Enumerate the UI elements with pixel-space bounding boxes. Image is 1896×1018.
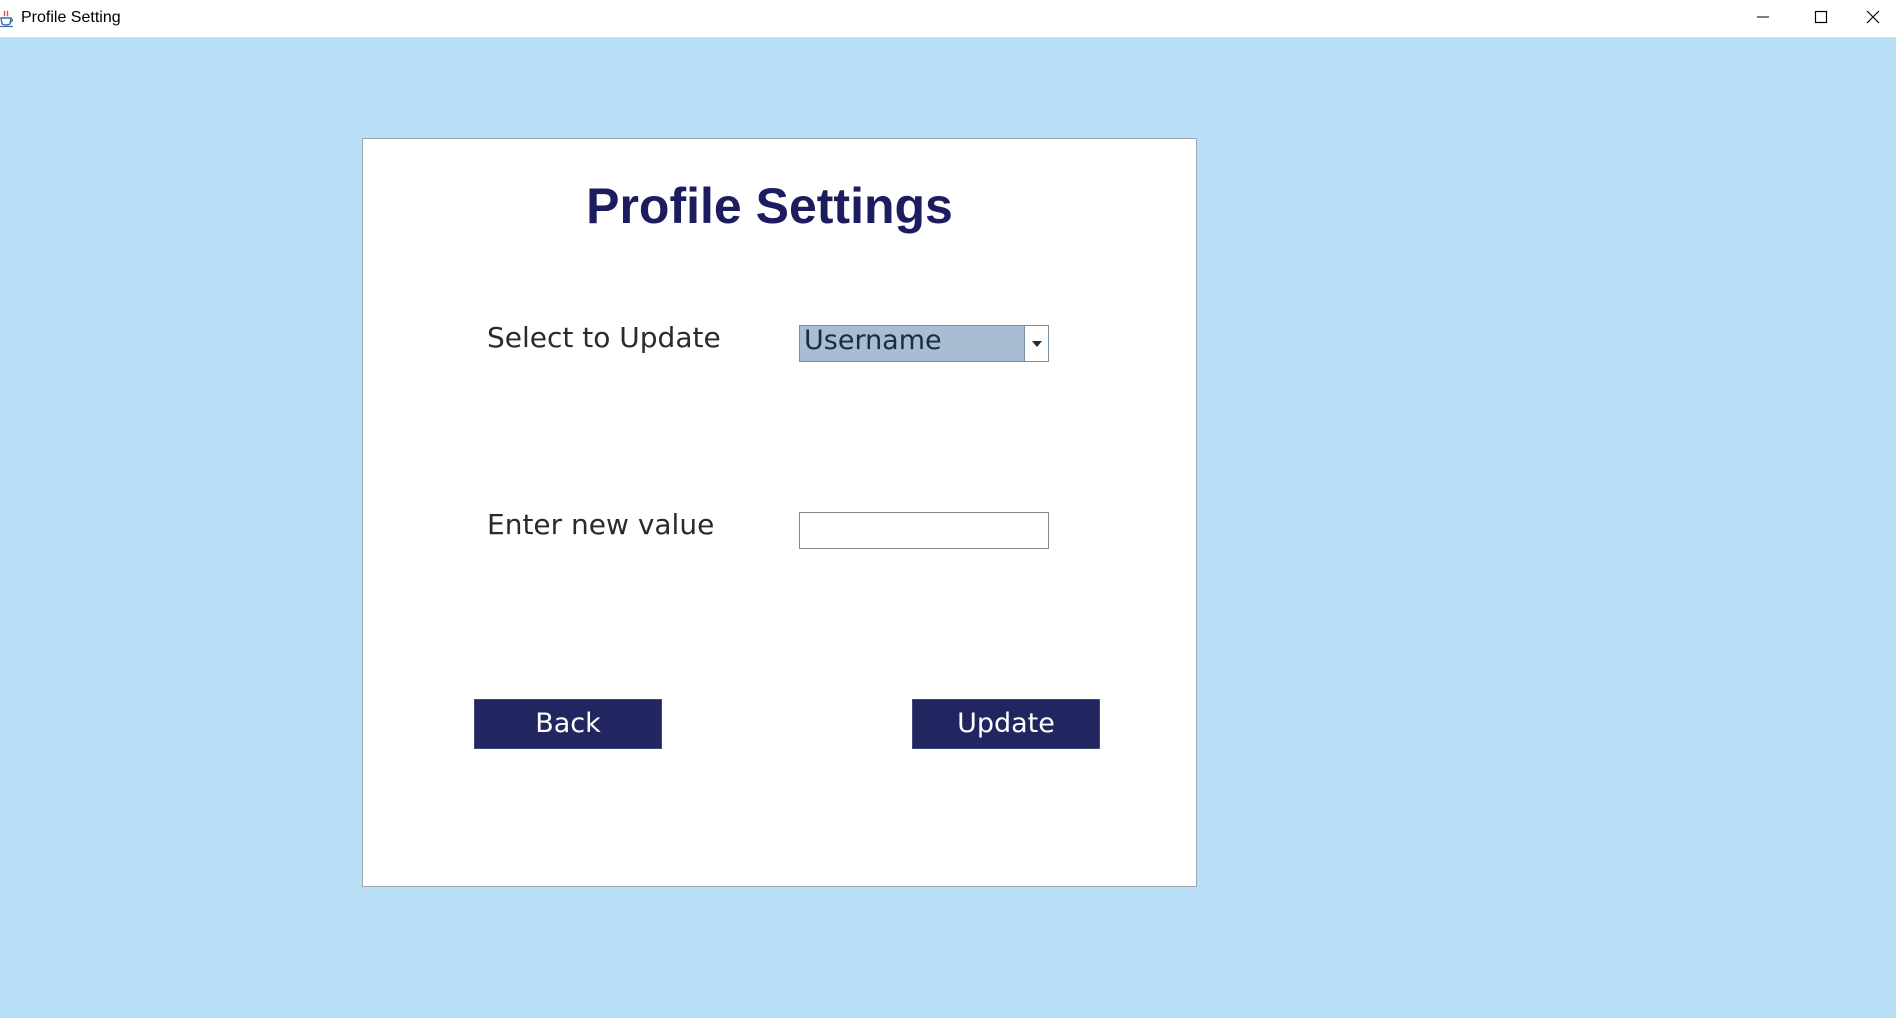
profile-settings-panel: Profile Settings Select to Update Userna… xyxy=(362,138,1197,887)
chevron-down-icon[interactable] xyxy=(1024,326,1048,361)
dropdown-selected-value: Username xyxy=(804,326,942,356)
maximize-icon xyxy=(1814,10,1828,29)
window-client-area: Profile Settings Select to Update Userna… xyxy=(0,38,1896,1018)
back-button[interactable]: Back xyxy=(474,699,662,749)
window-titlebar: Profile Setting xyxy=(0,0,1896,38)
minimize-icon xyxy=(1756,10,1770,29)
new-value-label: Enter new value xyxy=(487,508,715,541)
close-button[interactable] xyxy=(1850,0,1896,38)
maximize-button[interactable] xyxy=(1792,0,1850,38)
minimize-button[interactable] xyxy=(1734,0,1792,38)
select-to-update-label: Select to Update xyxy=(487,321,721,354)
update-button[interactable]: Update xyxy=(912,699,1100,749)
page-title: Profile Settings xyxy=(586,178,953,234)
update-field-dropdown[interactable]: Username xyxy=(799,325,1049,362)
java-cup-icon[interactable] xyxy=(0,10,14,28)
close-icon xyxy=(1866,10,1880,29)
window-title: Profile Setting xyxy=(21,9,121,26)
new-value-input[interactable] xyxy=(799,512,1049,549)
